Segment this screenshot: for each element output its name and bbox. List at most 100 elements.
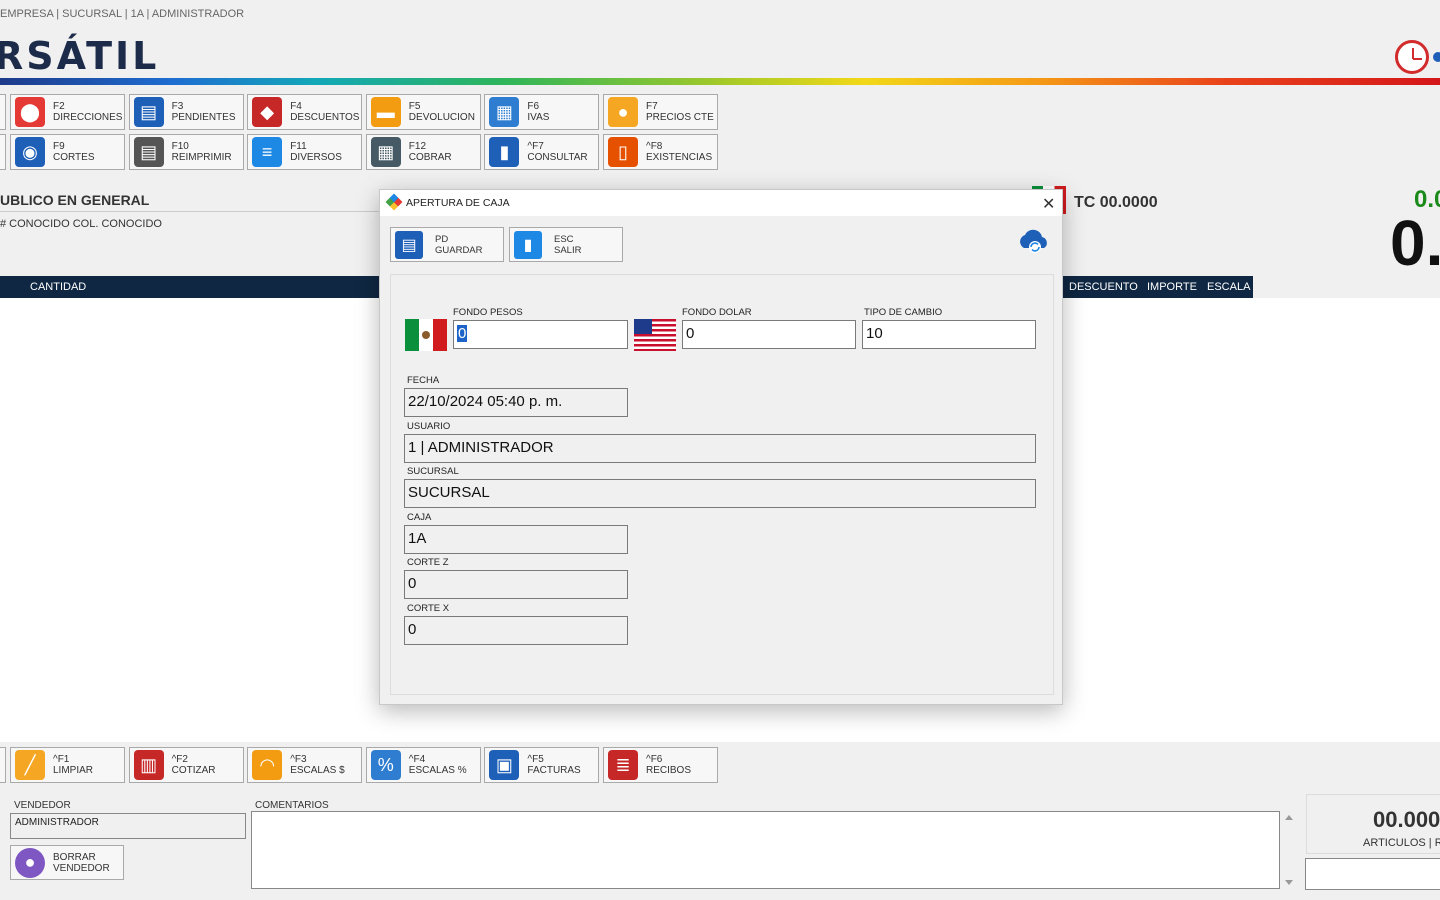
column-cantidad[interactable]: CANTIDAD xyxy=(30,281,86,293)
column-escala[interactable]: ESCALA xyxy=(1207,281,1250,293)
fondo-pesos-field[interactable]: 0 xyxy=(453,320,628,349)
cloud-sync-icon[interactable] xyxy=(1016,226,1052,256)
corte-x-field[interactable]: 0 xyxy=(404,616,628,645)
comentarios-field[interactable] xyxy=(251,811,1280,889)
map-pin-icon: ⬤ xyxy=(15,97,45,127)
button-key: ^F6 xyxy=(646,754,663,765)
button-label: VENDEDOR xyxy=(53,862,110,874)
mexico-flag-icon xyxy=(405,319,447,351)
gauge-icon: ◠ xyxy=(252,750,283,780)
user-status-icon[interactable] xyxy=(1433,52,1440,62)
fkey-button-precios-cte[interactable]: ● F7 PRECIOS CTE xyxy=(603,94,718,130)
tipo-cambio-field[interactable]: 10 xyxy=(862,320,1036,349)
button-key: ^F1 xyxy=(53,754,70,765)
corte-z-label: CORTE Z xyxy=(407,557,449,568)
dialog-titlebar[interactable]: APERTURA DE CAJA ✕ xyxy=(380,190,1062,216)
caja-field[interactable]: 1A xyxy=(404,525,628,554)
fkey-button-cotizar[interactable]: ▥ ^F2 COTIZAR xyxy=(128,747,244,783)
close-icon[interactable]: ✕ xyxy=(1042,194,1055,214)
sucursal-field[interactable]: SUCURSAL xyxy=(404,479,1036,508)
fondo-dolar-field[interactable]: 0 xyxy=(682,320,856,349)
scan-input[interactable] xyxy=(1305,858,1440,890)
fkey-button-escalas[interactable]: ◠ ^F3 ESCALAS $ xyxy=(247,747,363,783)
button-key: ^F5 xyxy=(527,754,544,765)
barcode-scanner-icon: ▮ xyxy=(489,137,520,167)
apertura-de-caja-dialog: APERTURA DE CAJA ✕ ▤ PD GUARDAR ▮ ESC SALI… xyxy=(379,189,1063,705)
scroll-up-icon[interactable] xyxy=(1285,815,1293,820)
divider xyxy=(0,211,380,212)
fecha-field[interactable]: 22/10/2024 05:40 p. m. xyxy=(404,388,628,417)
button-label: LIMPIAR xyxy=(53,765,94,776)
list-icon: ≡ xyxy=(252,137,283,167)
totals-panel: TC 00.0000 0.0 0. xyxy=(1030,180,1440,279)
button-label: ESCALAS % xyxy=(408,765,467,776)
client-address: # CONOCIDO COL. CONOCIDO xyxy=(0,218,162,230)
tipo-cambio-label: TIPO DE CAMBIO xyxy=(864,307,943,318)
vendedor-field[interactable]: ADMINISTRADOR xyxy=(10,813,246,839)
person-remove-icon: ● xyxy=(15,847,45,878)
fkey-button-direcciones[interactable]: ⬤ F2 DIRECCIONES xyxy=(10,94,125,130)
fkey-button-existencias[interactable]: ▯ ^F8 EXISTENCIAS xyxy=(603,134,718,170)
button-key: F3 xyxy=(171,101,184,112)
button-label: PENDIENTES xyxy=(171,112,236,123)
button-label: DIVERSOS xyxy=(290,152,342,163)
inventory-door-icon: ▯ xyxy=(608,137,638,167)
button-key: ^F7 xyxy=(527,141,544,152)
fondo-pesos-value: 0 xyxy=(457,325,468,342)
scroll-down-icon[interactable] xyxy=(1285,880,1293,885)
borrar-vendedor-button[interactable]: ● BORRAR VENDEDOR xyxy=(10,845,124,880)
comentarios-label: COMENTARIOS xyxy=(255,800,329,811)
button-key: F12 xyxy=(408,141,427,152)
printer-disk-icon: ▤ xyxy=(133,137,164,167)
usuario-field[interactable]: 1 | ADMINISTRADOR xyxy=(404,434,1036,463)
articles-label: ARTICULOS | R xyxy=(1363,837,1440,849)
fkey-button-facturas[interactable]: ▣ ^F5 FACTURAS xyxy=(484,747,600,783)
calculator-icon: ▦ xyxy=(370,137,401,167)
app-logo-icon xyxy=(385,193,403,211)
usa-flag-icon xyxy=(634,319,676,351)
footer-panel: VENDEDOR ADMINISTRADOR ● BORRAR VENDEDOR … xyxy=(0,790,1440,900)
fkey-button-devolucion[interactable]: ▬ F5 DEVOLUCION xyxy=(365,94,481,130)
price-hand-icon: ● xyxy=(608,97,638,127)
corte-x-label: CORTE X xyxy=(407,603,450,614)
clock-icon[interactable] xyxy=(1395,40,1429,74)
button-key: F10 xyxy=(171,141,189,152)
fkey-button-escalas[interactable]: % ^F4 ESCALAS % xyxy=(365,747,481,783)
fkey-button-cortes[interactable]: ◉ F9 CORTES xyxy=(10,134,125,170)
fkey-button-descuentos[interactable]: ◆ F4 DESCUENTOS xyxy=(247,94,363,130)
button-key: F11 xyxy=(290,141,307,152)
button-label: REIMPRIMIR xyxy=(171,152,232,163)
fkey-button-pendientes[interactable]: ▤ F3 PENDIENTES xyxy=(128,94,244,130)
caja-label: CAJA xyxy=(407,512,432,523)
toolbar-stub[interactable] xyxy=(0,94,6,130)
button-label: PRECIOS CTE xyxy=(646,112,714,123)
fkey-button-consultar[interactable]: ▮ ^F7 CONSULTAR xyxy=(484,134,600,170)
receipt-icon: ≣ xyxy=(608,750,638,780)
column-descuento[interactable]: DESCUENTO xyxy=(1069,281,1138,293)
salir-button[interactable]: ▮ ESC SALIR xyxy=(509,227,623,262)
toolbar-stub[interactable] xyxy=(0,747,6,783)
column-importe[interactable]: IMPORTE xyxy=(1147,281,1197,293)
fkey-button-reimprimir[interactable]: ▤ F10 REIMPRIMIR xyxy=(128,134,244,170)
sucursal-label: SUCURSAL xyxy=(407,466,459,477)
corte-z-field[interactable]: 0 xyxy=(404,570,628,599)
button-label: DEVOLUCION xyxy=(408,112,475,123)
client-name[interactable]: UBLICO EN GENERAL xyxy=(0,192,149,208)
button-key: BORRAR xyxy=(53,851,96,863)
toolbar-stub[interactable] xyxy=(0,134,6,170)
button-label: RECIBOS xyxy=(646,765,692,776)
button-label: CONSULTAR xyxy=(527,152,588,163)
fkey-button-cobrar[interactable]: ▦ F12 COBRAR xyxy=(365,134,481,170)
fkey-button-ivas[interactable]: ▦ F6 IVAS xyxy=(484,94,600,130)
app-logo: RSÁTIL xyxy=(0,34,160,78)
comentarios-scrollbar[interactable] xyxy=(1282,811,1296,889)
fkey-button-limpiar[interactable]: ╱ ^F1 LIMPIAR xyxy=(10,747,125,783)
fkey-button-recibos[interactable]: ≣ ^F6 RECIBOS xyxy=(603,747,718,783)
button-key: F5 xyxy=(408,101,421,112)
fkey-button-diversos[interactable]: ≡ F11 DIVERSOS xyxy=(247,134,363,170)
exchange-rate: TC 00.0000 xyxy=(1074,194,1158,211)
exit-door-icon: ▮ xyxy=(514,230,542,259)
button-key: F2 xyxy=(53,101,65,112)
header-bar: RSÁTIL xyxy=(0,28,1440,86)
guardar-button[interactable]: ▤ PD GUARDAR xyxy=(390,227,504,262)
